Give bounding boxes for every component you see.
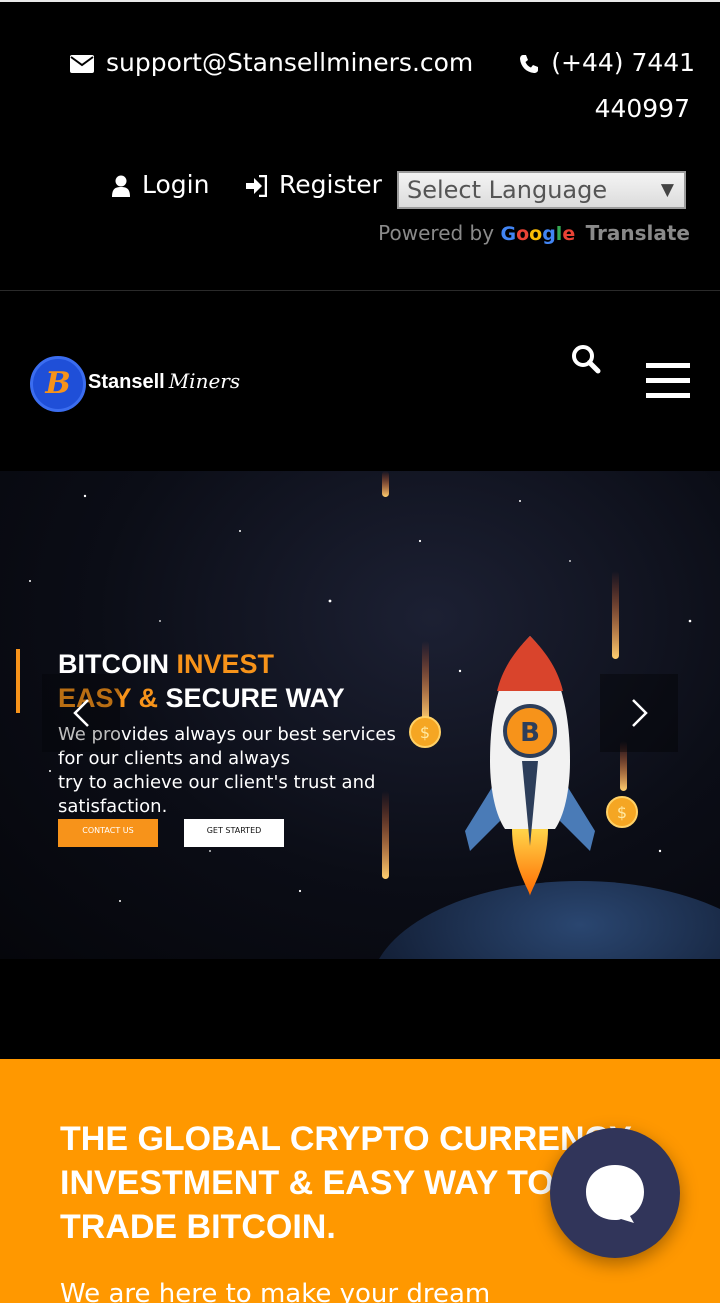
coin-icon: $ xyxy=(409,716,441,748)
svg-text:B: B xyxy=(520,718,540,748)
google-letter: G xyxy=(500,223,517,245)
chat-icon xyxy=(586,1165,644,1223)
get-started-button[interactable]: GET STARTED xyxy=(184,819,284,847)
powered-by-text: Powered by xyxy=(378,221,495,245)
phone-number-line2: 440997 xyxy=(594,94,690,123)
svg-text:$: $ xyxy=(617,803,627,822)
language-select[interactable]: Select Language ▼ xyxy=(397,171,686,209)
google-translate-attribution: Powered by Google Translate xyxy=(378,218,690,249)
main-navbar: B Stansell Miners xyxy=(0,291,720,471)
google-letter: g xyxy=(542,223,556,245)
menu-bar xyxy=(646,393,690,398)
email-link[interactable]: support@Stansellminers.com xyxy=(70,48,481,77)
hero-description-line: satisfaction. xyxy=(58,796,168,817)
section-spacer xyxy=(0,959,720,1059)
top-bar: support@Stansellminers.com (+44) 7441 44… xyxy=(0,0,720,290)
about-text: We are here to make your dream xyxy=(60,1279,491,1303)
menu-bar xyxy=(646,378,690,383)
contact-us-button[interactable]: CONTACT US xyxy=(58,819,158,847)
phone-icon xyxy=(520,55,539,73)
language-select-value: Select Language xyxy=(407,176,608,204)
hero-title-part4: SECURE WAY xyxy=(165,683,345,713)
phone-number-line1: (+44) 7441 xyxy=(551,48,696,77)
slider-next-button[interactable] xyxy=(600,674,678,752)
envelope-icon xyxy=(70,55,94,73)
menu-bar xyxy=(646,363,690,368)
search-button[interactable] xyxy=(570,343,602,375)
brand-name-script: Miners xyxy=(168,369,241,393)
email-text: support@Stansellminers.com xyxy=(106,48,474,77)
about-headline-line: TRADE BITCOIN. xyxy=(60,1208,336,1246)
hero-description-line: try to achieve our client's trust and xyxy=(58,772,376,793)
logo-coin-symbol: B xyxy=(45,366,71,401)
chevron-left-icon xyxy=(73,699,89,727)
login-label: Login xyxy=(142,170,210,199)
login-link[interactable]: Login xyxy=(112,165,209,205)
google-letter: o xyxy=(516,223,530,245)
chat-widget-button[interactable] xyxy=(550,1128,680,1258)
contact-info: support@Stansellminers.com (+44) 7441 44… xyxy=(70,40,695,132)
hero-accent-bar xyxy=(16,649,20,713)
register-link[interactable]: Register xyxy=(245,165,382,205)
register-label: Register xyxy=(279,170,382,199)
chevron-right-icon xyxy=(632,699,648,727)
rocket-icon: B xyxy=(465,636,595,896)
translate-link[interactable]: Translate xyxy=(586,221,690,245)
about-headline-line: THE GLOBAL CRYPTO CURRENCY xyxy=(60,1120,632,1158)
sign-in-icon xyxy=(246,175,267,197)
google-logo: Google xyxy=(500,223,575,245)
hero-slider: $ $ B BITCOIN INVEST EASY & SECURE WAY W… xyxy=(0,471,720,959)
hero-title-part2: INVEST xyxy=(176,649,275,679)
user-icon xyxy=(112,175,130,197)
google-letter: o xyxy=(529,223,543,245)
hamburger-menu-icon[interactable] xyxy=(646,363,690,399)
search-icon xyxy=(572,345,601,374)
about-headline-line: INVESTMENT & EASY WAY TO xyxy=(60,1164,554,1202)
svg-text:$: $ xyxy=(420,723,430,742)
bitcoin-icon: B xyxy=(30,356,86,412)
dropdown-arrow-icon: ▼ xyxy=(660,180,674,200)
coin-icon: $ xyxy=(606,796,638,828)
slider-prev-button[interactable] xyxy=(42,674,120,752)
phone-link[interactable]: (+44) 7441 xyxy=(519,48,695,77)
logo-wordmark: Stansell Miners xyxy=(88,369,240,394)
brand-name: Stansell xyxy=(88,371,165,393)
google-letter: e xyxy=(562,223,576,245)
